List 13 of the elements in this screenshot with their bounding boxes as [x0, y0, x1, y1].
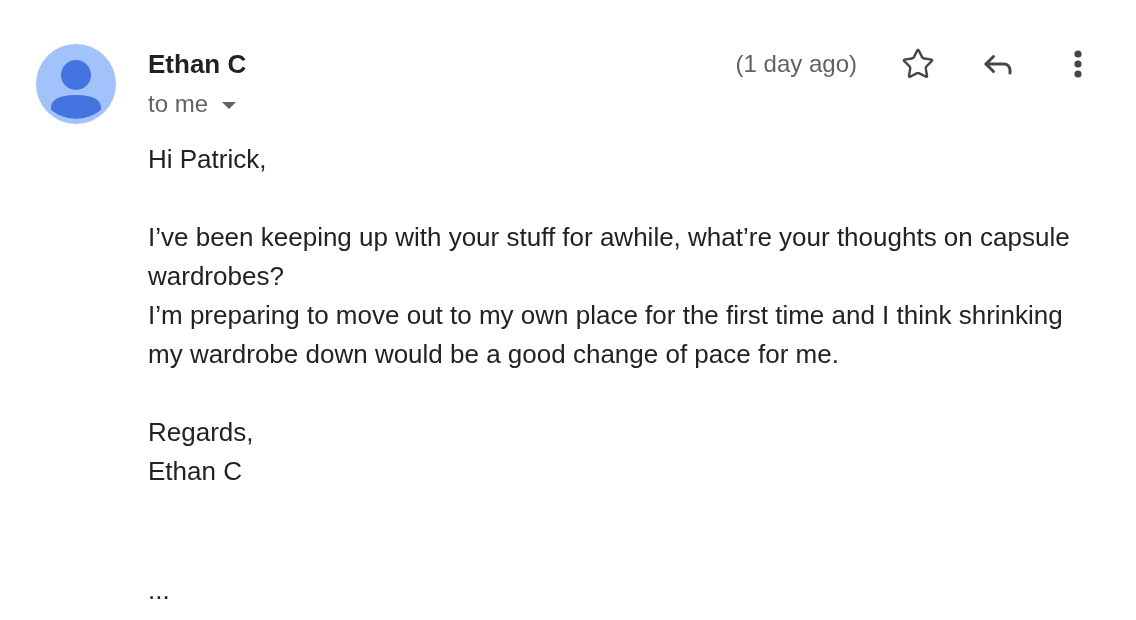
- more-options-icon: [1074, 50, 1082, 78]
- avatar-icon: [36, 44, 116, 124]
- message-text: I’m preparing to move out to my own place for the first time and I think shrinking my wardrobe down would be a good change of pace for me.: [148, 299, 1064, 371]
- message-text: Hi Patrick,: [148, 143, 267, 176]
- trimmed-content-toggle[interactable]: ...: [148, 571, 170, 610]
- message-text: I’ve been keeping up with your stuff for awhile, what’re your thoughts on capsule wardrobes?: [148, 221, 1071, 293]
- caret-icon[interactable]: [222, 101, 237, 109]
- sender-name: Ethan C: [148, 48, 247, 81]
- star-icon: [901, 47, 935, 81]
- recipient-label: to me: [148, 89, 209, 119]
- message-time: (1 day ago): [735, 49, 857, 79]
- message-text: Ethan C: [148, 455, 242, 488]
- message-text: Regards,: [148, 416, 254, 449]
